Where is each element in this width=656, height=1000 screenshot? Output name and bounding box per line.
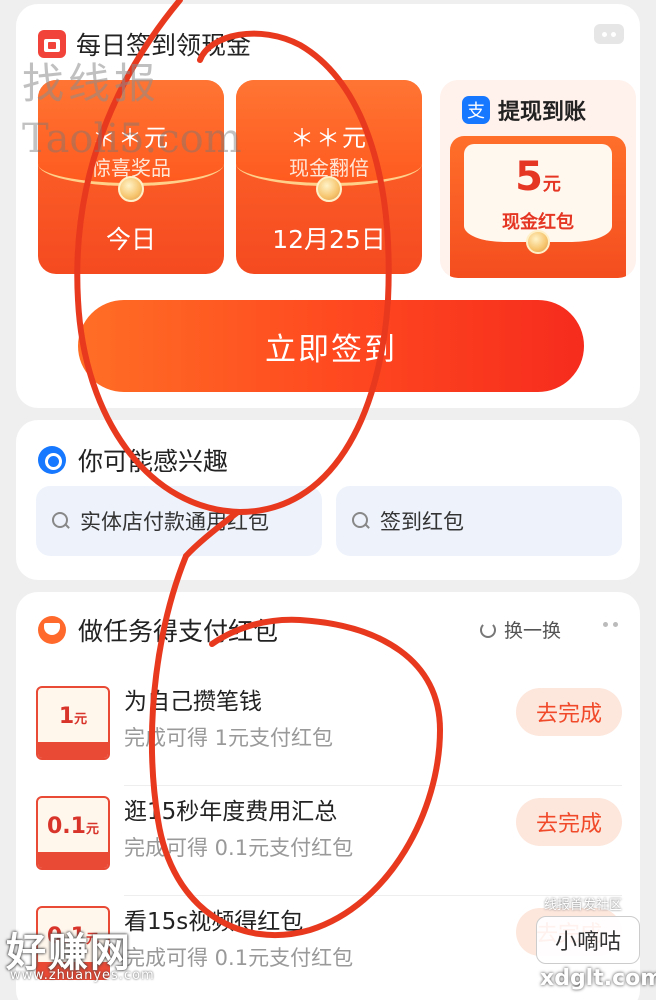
- sign-in-button[interactable]: 立即签到: [78, 300, 584, 392]
- withdraw-value: 5元: [515, 154, 561, 200]
- complete-task-button[interactable]: 去完成: [516, 908, 622, 956]
- envelope-day: 12月25日: [272, 225, 386, 254]
- checkin-header: 每日签到领现金: [38, 26, 251, 62]
- envelope-amount: ＊＊元: [290, 124, 368, 152]
- task-name: 为自己攒笔钱: [124, 689, 262, 715]
- magnifier-icon: [52, 512, 70, 530]
- coin-icon: [118, 176, 144, 202]
- task-item[interactable]: 1元 为自己攒笔钱 完成可得 1元支付红包 去完成: [16, 676, 640, 786]
- withdraw-header: 支 提现到账: [462, 94, 586, 126]
- withdraw-envelope: 5元 现金红包: [450, 136, 626, 278]
- refresh-button[interactable]: 换一换: [480, 616, 561, 643]
- reward-envelope-next[interactable]: ＊＊元 现金翻倍 12月25日: [236, 80, 422, 274]
- complete-task-button[interactable]: 去完成: [516, 688, 622, 736]
- refresh-icon: [480, 621, 496, 638]
- task-item[interactable]: 0.1元 逛15秒年度费用汇总 完成可得 0.1元支付红包 去完成: [16, 786, 640, 896]
- more-options-icon[interactable]: [594, 24, 624, 44]
- task-thumb: 0.1元: [36, 906, 110, 980]
- task-name: 逛15秒年度费用汇总: [124, 799, 338, 825]
- suggestion-text: 签到红包: [380, 510, 464, 534]
- interest-header: 你可能感兴趣: [38, 442, 228, 478]
- task-thumb: 1元: [36, 686, 110, 760]
- refresh-label: 换一换: [504, 620, 562, 642]
- interest-card: 你可能感兴趣 实体店付款通用红包 签到红包: [16, 420, 640, 580]
- calendar-icon: [38, 30, 66, 58]
- task-thumb: 0.1元: [36, 796, 110, 870]
- task-name: 看15s视频得红包: [124, 909, 304, 935]
- red-packet-icon: [38, 616, 66, 644]
- tasks-header: 做任务得支付红包: [38, 612, 278, 648]
- interest-title: 你可能感兴趣: [78, 447, 229, 476]
- coin-icon: [316, 176, 342, 202]
- alipay-icon: 支: [462, 96, 490, 124]
- envelope-day: 今日: [105, 225, 156, 254]
- coin-icon: [526, 230, 550, 254]
- magnifier-icon: [352, 512, 370, 530]
- search-icon: [38, 446, 66, 474]
- suggestion-chip[interactable]: 实体店付款通用红包: [36, 486, 322, 556]
- tasks-title: 做任务得支付红包: [78, 617, 279, 646]
- complete-task-button[interactable]: 去完成: [516, 798, 622, 846]
- checkin-title: 每日签到领现金: [76, 31, 252, 60]
- suggestion-text: 实体店付款通用红包: [80, 510, 269, 534]
- withdraw-card[interactable]: 支 提现到账 5元 现金红包: [440, 80, 636, 278]
- withdraw-title: 提现到账: [498, 100, 587, 125]
- checkin-card: 每日签到领现金 ＊＊元 惊喜奖品 今日 ＊＊元 现金翻倍 12月25日 支 提现…: [16, 4, 640, 408]
- suggestion-chip[interactable]: 签到红包: [336, 486, 622, 556]
- task-desc: 完成可得 0.1元支付红包: [124, 836, 354, 860]
- task-desc: 完成可得 1元支付红包: [124, 726, 334, 750]
- task-desc: 完成可得 0.1元支付红包: [124, 946, 354, 970]
- reward-envelope-today[interactable]: ＊＊元 惊喜奖品 今日: [38, 80, 224, 274]
- envelope-amount: ＊＊元: [92, 124, 170, 152]
- task-item[interactable]: 0.1元 看15s视频得红包 完成可得 0.1元支付红包 去完成: [16, 896, 640, 1000]
- more-options-icon[interactable]: [603, 622, 618, 627]
